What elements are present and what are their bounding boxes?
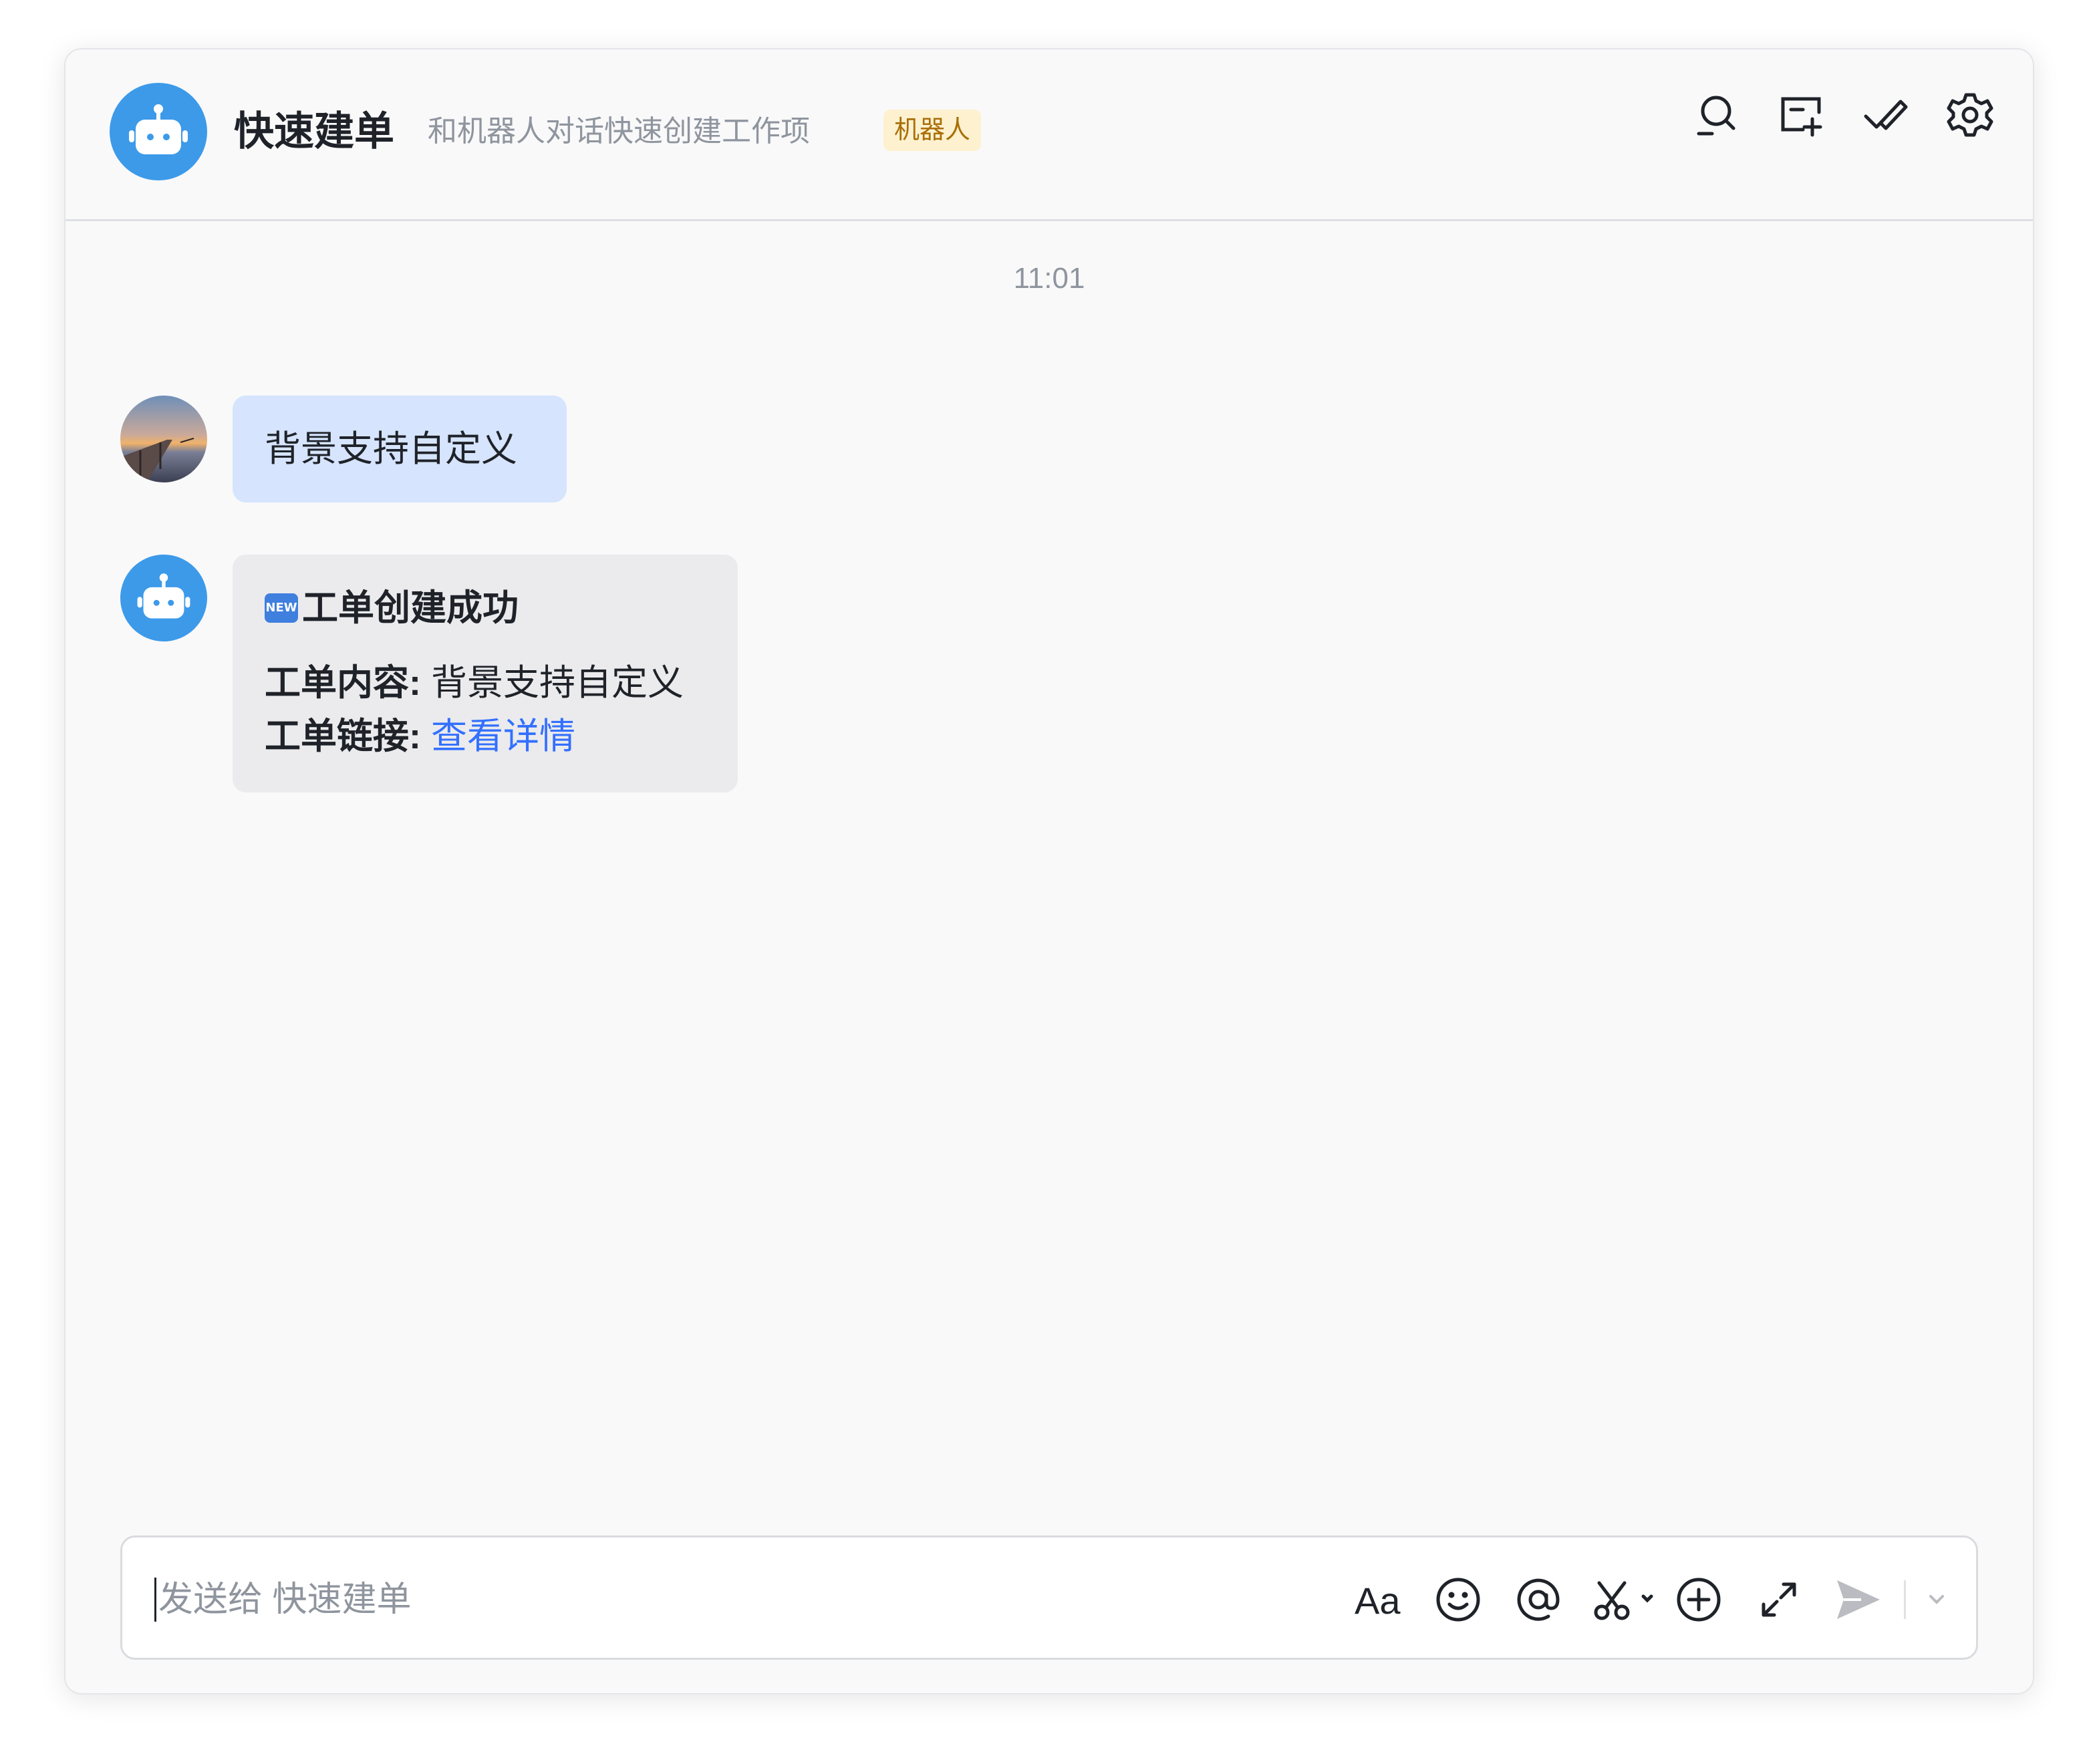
text-format-label: Aa [1355, 1580, 1401, 1622]
text-format-icon[interactable]: Aa [1352, 1574, 1404, 1626]
chat-title: 快速建单 [234, 109, 394, 154]
message-timestamp: 11:01 [1013, 262, 1085, 295]
link-label: 工单链接: [265, 716, 421, 756]
chat-header: 快速建单 和机器人对话快速创建工作项 机器人 [65, 49, 2033, 221]
chat-description: 和机器人对话快速创建工作项 [428, 115, 810, 148]
sunset-pier-avatar [120, 396, 207, 482]
card-title: NEW 工单创建成功 [265, 584, 706, 632]
check-pen-icon[interactable] [1860, 90, 1911, 140]
emoji-icon[interactable] [1432, 1574, 1484, 1626]
card-title-text: 工单创建成功 [302, 588, 519, 628]
card-content-row: 工单内容: 背景支持自定义 [265, 656, 706, 710]
new-badge-icon: NEW [265, 593, 298, 623]
user-avatar[interactable] [120, 396, 207, 482]
view-details-link[interactable]: 查看详情 [431, 716, 575, 756]
send-icon[interactable] [1832, 1574, 1884, 1626]
mention-icon[interactable] [1512, 1574, 1564, 1626]
screenshot-scissors-icon[interactable] [1590, 1574, 1661, 1626]
expand-icon[interactable] [1753, 1574, 1805, 1626]
chat-window: 快速建单 和机器人对话快速创建工作项 机器人 11:01 背景支持自定义 NEW… [64, 48, 2034, 1695]
message-composer[interactable]: 发送给 快速建单 Aa [120, 1535, 1978, 1660]
message-input[interactable]: 发送给 快速建单 [158, 1576, 411, 1623]
robot-icon [129, 104, 188, 154]
content-value: 背景支持自定义 [431, 663, 684, 703]
search-chat-icon[interactable] [1692, 90, 1743, 140]
card-link-row: 工单链接: 查看详情 [265, 710, 706, 763]
bot-card-bubble[interactable]: NEW 工单创建成功 工单内容: 背景支持自定义 工单链接: 查看详情 [233, 555, 738, 792]
robot-icon [137, 573, 190, 619]
bot-message-avatar[interactable] [120, 555, 207, 641]
user-message-bubble[interactable]: 背景支持自定义 [233, 396, 567, 502]
bot-badge: 机器人 [883, 110, 982, 151]
new-window-icon[interactable] [1776, 90, 1827, 140]
settings-gear-icon[interactable] [1945, 90, 1995, 140]
bot-avatar[interactable] [110, 83, 207, 180]
content-label: 工单内容: [265, 663, 421, 703]
text-caret [154, 1578, 156, 1622]
send-options-chevron-icon[interactable] [1920, 1574, 1953, 1626]
add-circle-icon[interactable] [1673, 1574, 1725, 1626]
send-divider [1904, 1580, 1906, 1619]
